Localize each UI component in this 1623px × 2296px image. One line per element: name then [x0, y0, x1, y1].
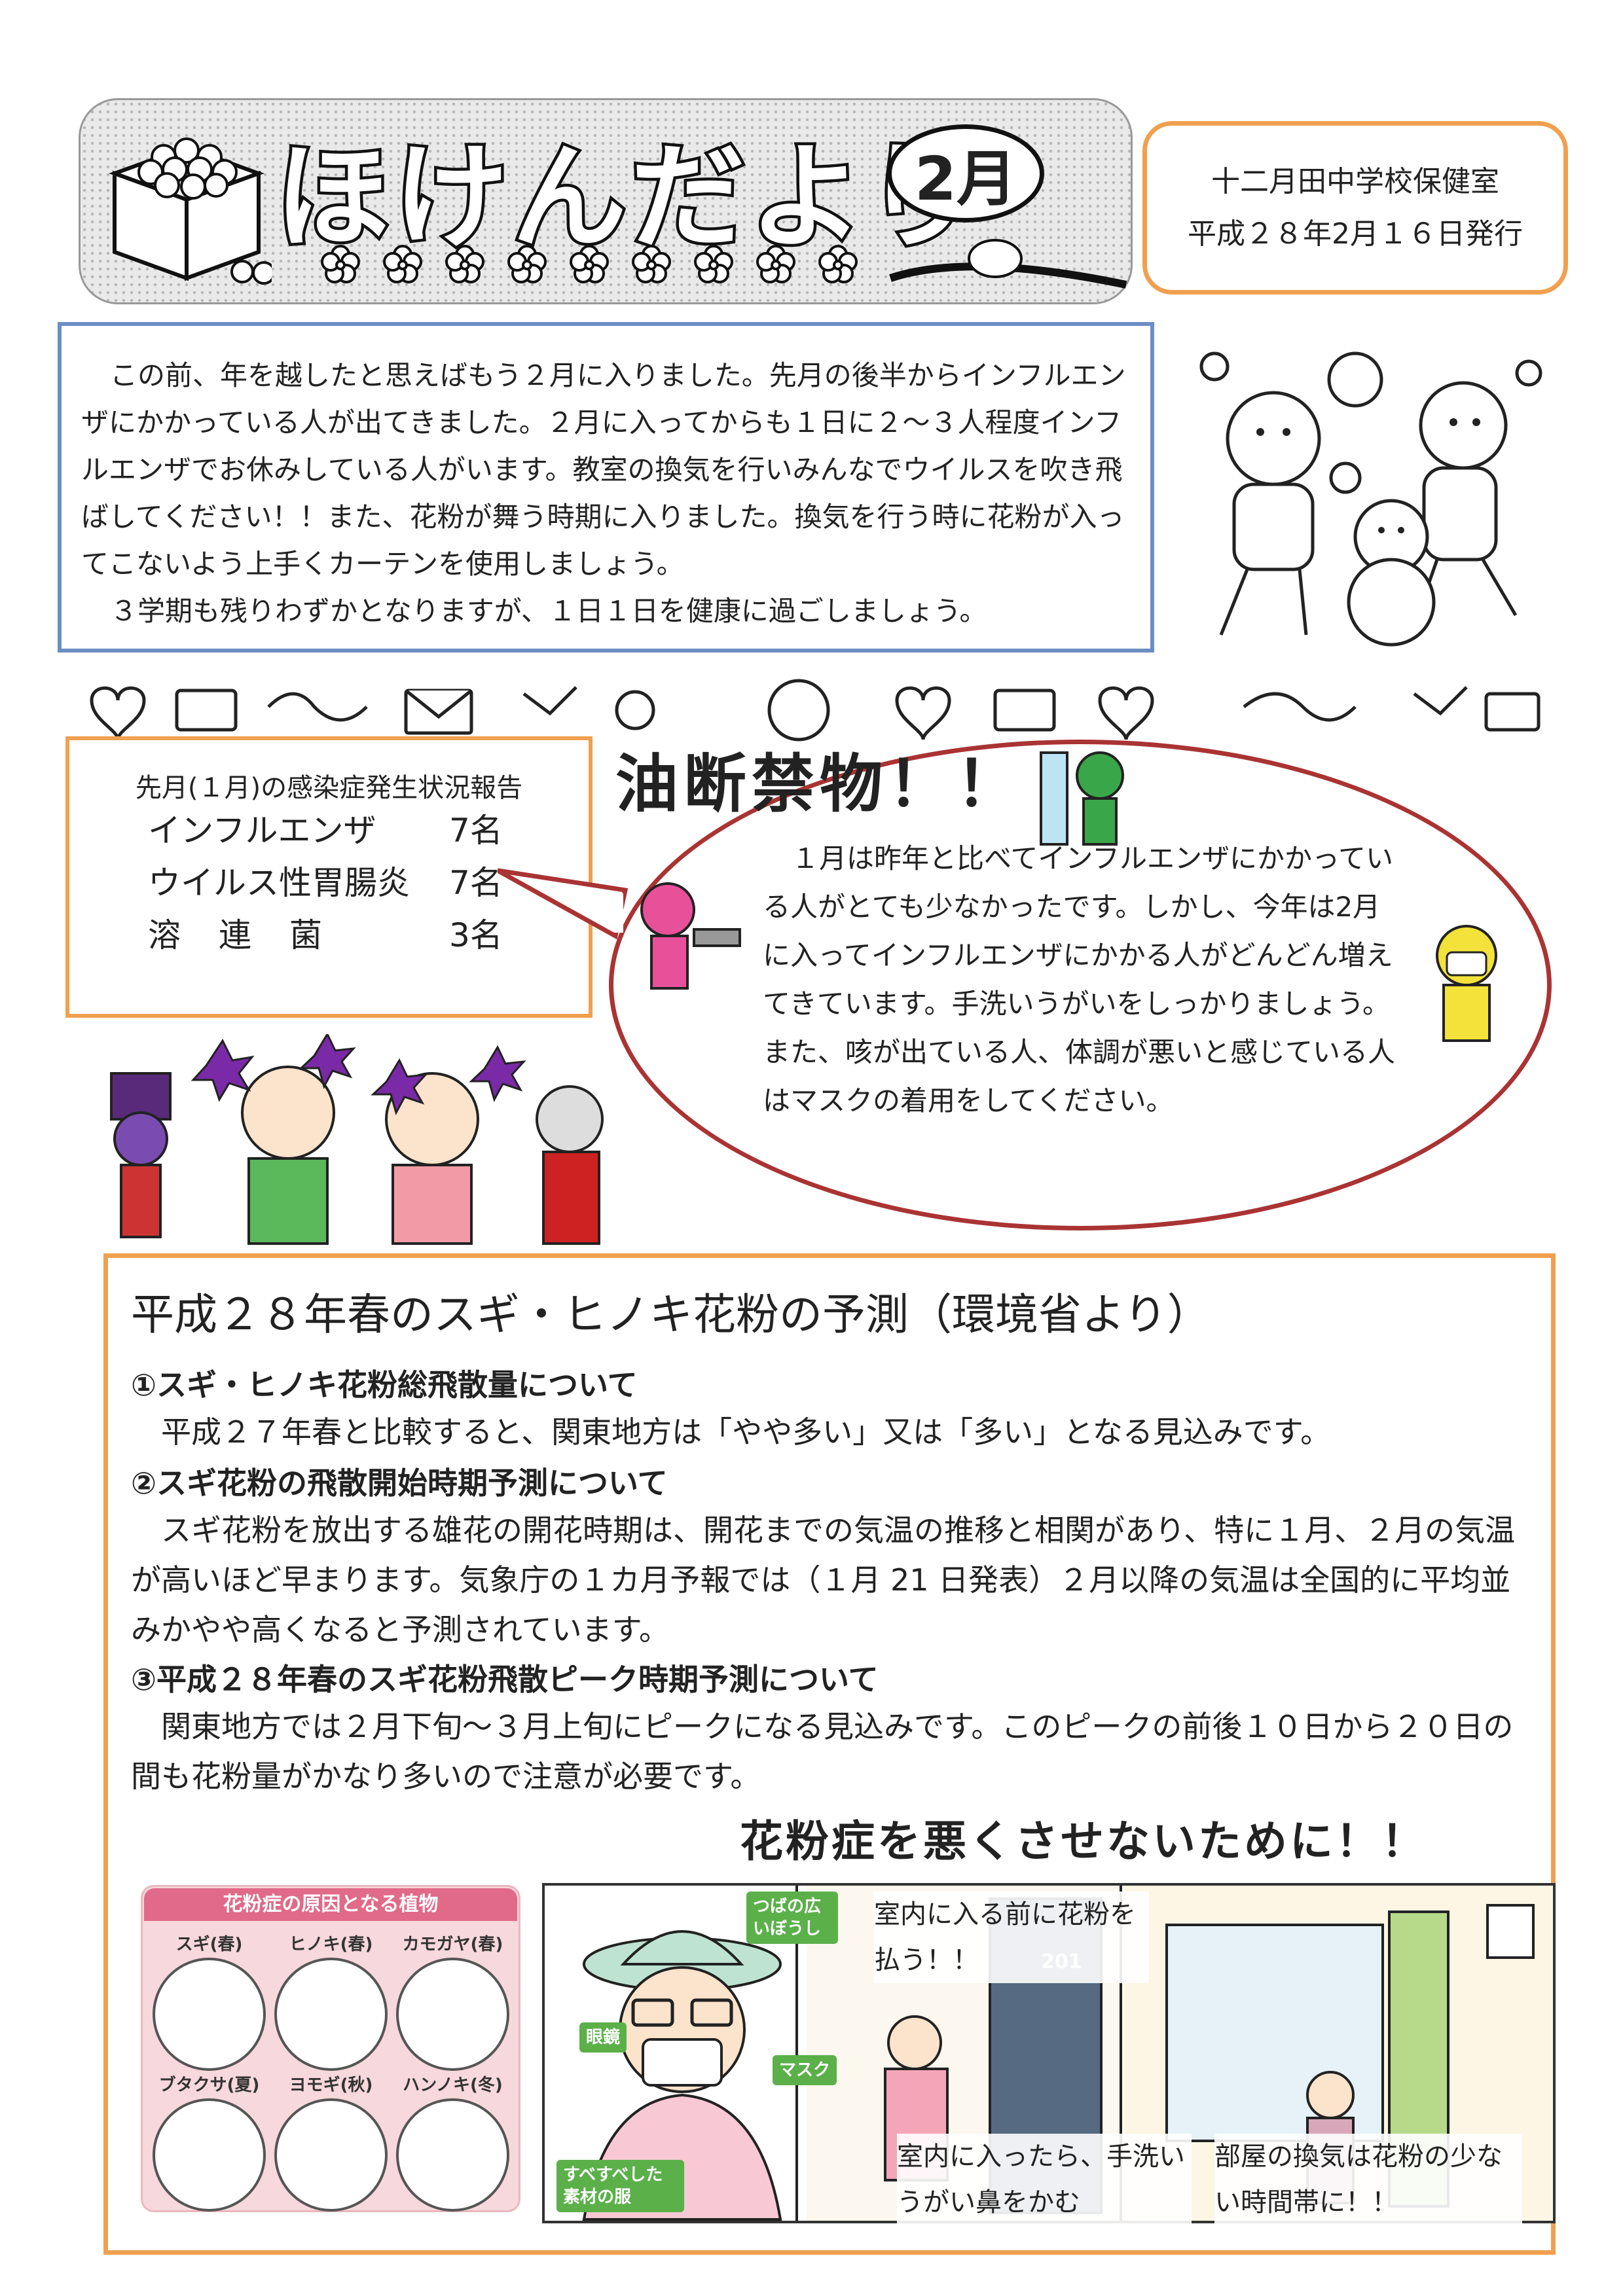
- pollen-section-body: 平成２７年春と比較すると、関東地方は「やや多い」又は「多い」となる見込みです。: [161, 1414, 1331, 1450]
- issue-date: 平成２８年2月１６日発行: [1188, 217, 1523, 251]
- plant-card: スギ(春): [152, 1931, 266, 2071]
- ragweed-plant-icon: [153, 2098, 266, 2212]
- intro-paragraph: ３学期も残りわずかとなりますが、１日１日を健康に過ごしましょう。: [110, 595, 987, 627]
- plant-label: ヨモギ(秋): [289, 2075, 373, 2095]
- handwash-character-icon: [640, 882, 741, 990]
- infection-report-title: 先月(１月)の感染症発生状況報告: [135, 773, 523, 803]
- panel-caption: 室内に入る前に花粉を払う！！: [874, 1892, 1149, 1983]
- sick-characters-illustration: [110, 1034, 604, 1245]
- infection-row: インフルエンザ 7名: [148, 804, 589, 857]
- plant-label: カモガヤ(春): [402, 1935, 503, 1954]
- pollen-plants-title: 花粉症の原因となる植物: [144, 1888, 517, 1921]
- school-name: 十二月田中学校保健室: [1211, 164, 1499, 198]
- pollen-title: 平成２８年春のスギ・ヒノキ花粉の予測（環境省より）: [131, 1289, 1211, 1340]
- infection-name: 溶連菌: [148, 916, 360, 954]
- gargle-character-icon: [1040, 751, 1124, 846]
- panel-caption: 部屋の換気は花粉の少ない時間帯に！！: [1214, 2134, 1522, 2225]
- plant-card: ハンノキ(冬): [395, 2072, 510, 2212]
- month-badge: 2月: [887, 124, 1044, 223]
- plant-label: スギ(春): [175, 1935, 243, 1954]
- intro-box: この前、年を越したと思えばもう２月に入りました。先月の後半からインフルエンザにか…: [58, 322, 1154, 653]
- speech-bubble-tail: [498, 868, 629, 940]
- warning-text: １月は昨年と比べてインフルエンザにかかっている人がとても少なかったです。しかし、…: [763, 834, 1408, 1125]
- cedar-plant-icon: [153, 1958, 266, 2071]
- plant-card: カモガヤ(春): [395, 1931, 510, 2071]
- infection-count: 7名: [449, 864, 503, 902]
- hat-tag: つばの広いぼうし: [746, 1892, 838, 1944]
- pollen-section-heading: ③平成２８年春のスギ花粉飛散ピーク時期予測について: [131, 1662, 879, 1697]
- pollen-section-body: 関東地方では２月下旬～３月上旬にピークになる見込みです。このピークの前後１０日か…: [131, 1709, 1514, 1794]
- plant-card: ブタクサ(夏): [152, 2072, 266, 2212]
- plant-card: ヨモギ(秋): [274, 2072, 388, 2212]
- glasses-tag: 眼鏡: [579, 2022, 627, 2053]
- warning-headline: 油断禁物！！: [615, 747, 1024, 821]
- prevention-title: 花粉症を悪くさせないために！！: [740, 1816, 1427, 1867]
- panel-caption: 室内に入ったら、手洗いうがい鼻をかむ: [897, 2134, 1192, 2225]
- pollen-section-heading: ①スギ・ヒノキ花粉総飛散量について: [131, 1367, 638, 1403]
- pollen-section-heading: ②スギ花粉の飛散開始時期予測について: [131, 1465, 668, 1501]
- intro-paragraph: この前、年を越したと思えばもう２月に入りました。先月の後半からインフルエンザにか…: [81, 359, 1126, 580]
- mugwort-plant-icon: [274, 2098, 388, 2212]
- plant-label: ブタクサ(夏): [158, 2075, 260, 2095]
- cypress-plant-icon: [274, 1958, 388, 2071]
- plum-blossom-decoration: [321, 239, 1127, 289]
- orchard-grass-plant-icon: [396, 1958, 509, 2071]
- alder-plant-icon: [396, 2098, 509, 2212]
- snowball-fight-illustration: [1199, 351, 1542, 647]
- infection-name: インフルエンザ: [148, 812, 376, 850]
- mask-tag: マスク: [773, 2055, 837, 2085]
- infection-count: 7名: [449, 812, 503, 850]
- clothes-tag: すべすべした素材の服: [556, 2160, 684, 2212]
- mask-character-icon: [1436, 925, 1497, 1042]
- issuer-box: 十二月田中学校保健室 平成２８年2月１６日発行: [1142, 121, 1568, 295]
- warning-paragraph: １月は昨年と比べてインフルエンザにかかっている人がとても少なかったです。しかし、…: [763, 842, 1396, 1117]
- plant-card: ヒノキ(春): [274, 1931, 388, 2071]
- infection-name: ウイルス性胃腸炎: [148, 864, 410, 902]
- plant-label: ハンノキ(冬): [403, 2075, 503, 2095]
- pollen-section-body: スギ花粉を放出する雄花の開花時期は、開花までの気温の推移と相関があり、特に１月、…: [131, 1513, 1516, 1647]
- masu-beans-icon: [109, 137, 272, 285]
- plant-label: ヒノキ(春): [289, 1935, 373, 1954]
- infection-count: 3名: [449, 916, 503, 954]
